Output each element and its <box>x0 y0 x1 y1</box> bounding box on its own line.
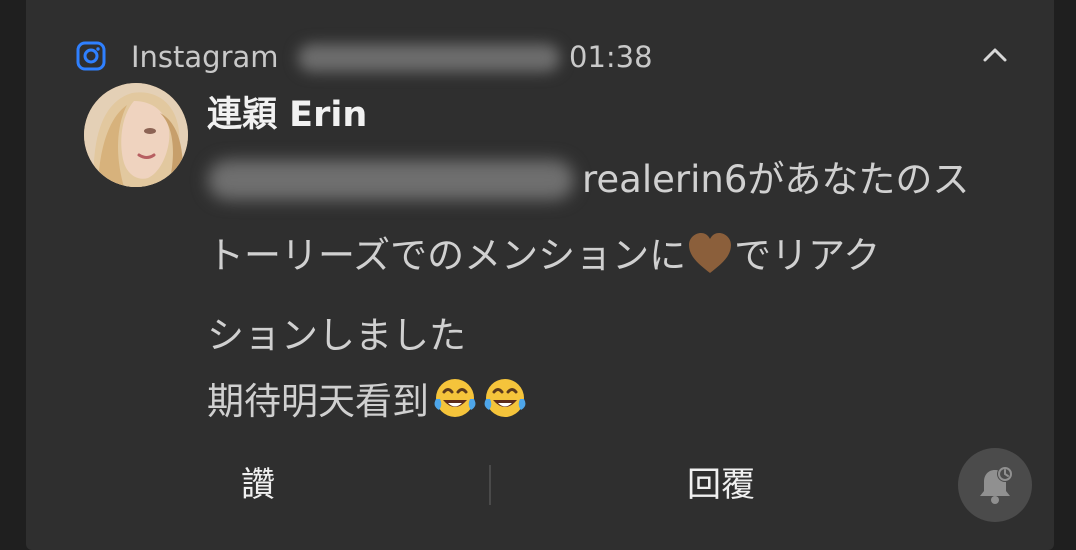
chevron-up-icon[interactable] <box>979 40 1011 70</box>
like-button[interactable]: 讚 <box>241 462 275 508</box>
reply-text: 期待明天看到 <box>207 380 429 423</box>
action-divider <box>489 465 491 505</box>
snooze-button[interactable] <box>958 448 1032 522</box>
message-text-after-heart: でリアク <box>734 234 881 277</box>
notification-title: 連穎 Erin <box>207 95 368 135</box>
message-line-1: realerin6があなたのス <box>582 158 970 201</box>
avatar <box>84 83 188 187</box>
face-with-tears-of-joy-emoji <box>484 379 526 417</box>
reply-button[interactable]: 回覆 <box>687 462 755 508</box>
message-line-4: 期待明天看到 <box>207 374 529 428</box>
brown-heart-emoji <box>689 233 732 273</box>
redacted-sender <box>298 44 560 72</box>
notification-time: 01:38 <box>569 40 653 74</box>
redacted-message-prefix <box>208 160 574 200</box>
message-line-3: ションしました <box>207 314 466 357</box>
face-with-tears-of-joy-emoji <box>434 379 476 417</box>
app-name: Instagram <box>131 40 279 74</box>
message-line-2: トーリーズでのメンションに でリアク <box>207 230 880 282</box>
bell-snooze-icon <box>980 466 1013 504</box>
instagram-icon <box>76 41 106 71</box>
message-text-before-heart: トーリーズでのメンションに <box>207 234 687 277</box>
